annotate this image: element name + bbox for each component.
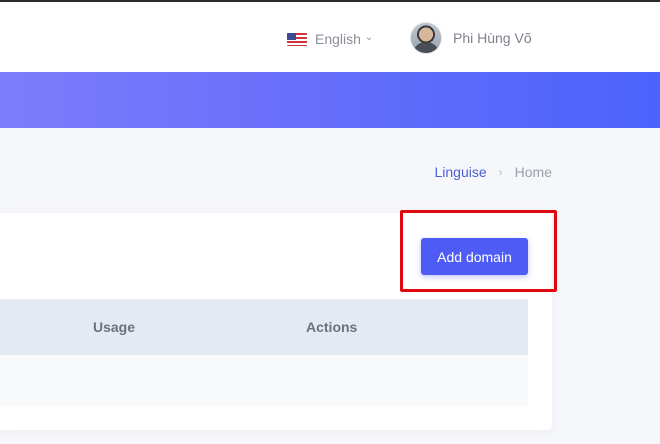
language-selector[interactable]: English ⌄ xyxy=(287,30,373,48)
breadcrumb-link-linguise[interactable]: Linguise xyxy=(434,164,486,180)
page-banner xyxy=(0,72,660,128)
chevron-down-icon: ⌄ xyxy=(364,32,374,43)
user-menu[interactable]: Phi Hùng Võ xyxy=(410,22,532,54)
us-flag-icon xyxy=(287,32,307,46)
add-domain-button[interactable]: Add domain xyxy=(421,238,528,275)
avatar xyxy=(410,22,442,54)
chevron-right-icon: › xyxy=(498,165,503,179)
breadcrumb: Linguise › Home xyxy=(434,164,552,180)
user-name: Phi Hùng Võ xyxy=(453,30,532,46)
breadcrumb-current-home: Home xyxy=(514,164,552,180)
column-header-usage: Usage xyxy=(93,319,136,335)
table-row xyxy=(0,355,528,406)
column-header-actions: Actions xyxy=(306,319,358,335)
language-label: English xyxy=(315,31,361,47)
top-header: English ⌄ Phi Hùng Võ xyxy=(0,2,660,72)
table-header: Usage Actions xyxy=(0,299,528,355)
